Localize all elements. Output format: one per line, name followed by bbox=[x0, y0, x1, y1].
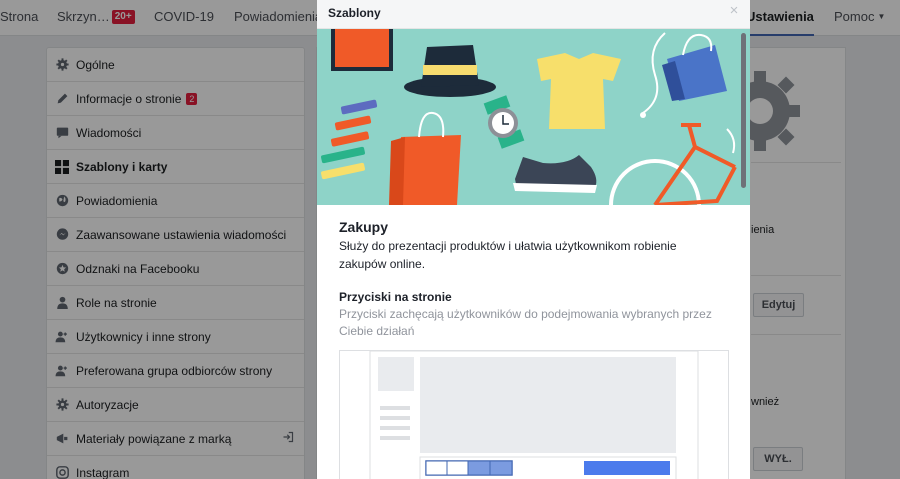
page-buttons-preview bbox=[339, 350, 729, 479]
subsection-description: Przyciski zachęcają użytkowników do pode… bbox=[339, 307, 712, 338]
templates-dialog: Szablony × Zakupy Służy do prezentacji p… bbox=[317, 0, 750, 479]
close-icon[interactable]: × bbox=[727, 3, 741, 18]
shopping-illustration bbox=[317, 29, 750, 205]
subsection-title: Przyciski na stronie bbox=[339, 290, 452, 304]
section-title: Zakupy bbox=[339, 219, 389, 235]
section-description: Służy do prezentacji produktów i ułatwia… bbox=[339, 239, 677, 271]
dialog-header: Szablony × bbox=[317, 0, 750, 29]
dialog-title: Szablony bbox=[328, 6, 381, 20]
dialog-scrollbar[interactable] bbox=[741, 33, 746, 188]
